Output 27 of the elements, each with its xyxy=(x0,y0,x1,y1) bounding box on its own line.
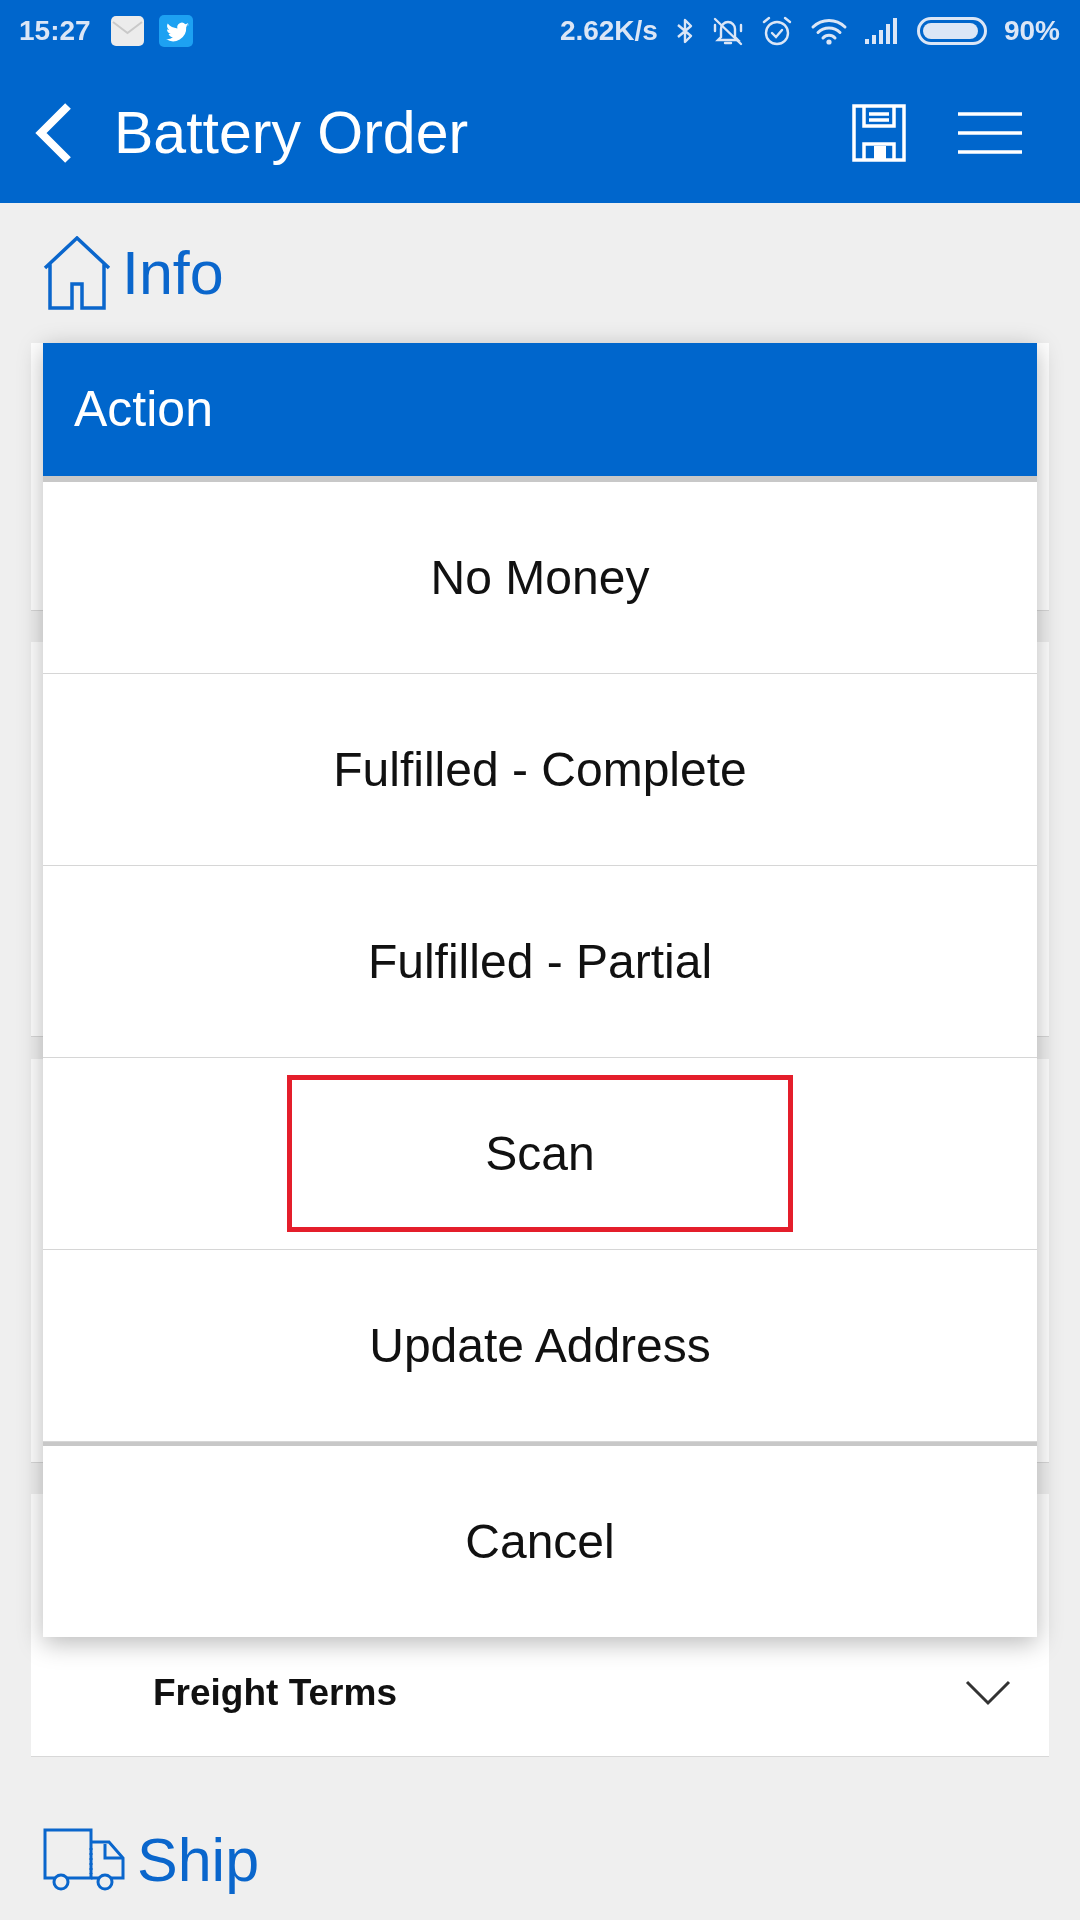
menu-icon[interactable] xyxy=(958,110,1022,155)
status-time: 15:27 xyxy=(19,14,91,48)
signal-icon xyxy=(864,18,900,44)
home-icon xyxy=(42,236,112,310)
network-speed: 2.62K/s xyxy=(559,14,658,48)
section-title: Ship xyxy=(137,1825,260,1896)
battery-percent: 90% xyxy=(1003,14,1060,48)
mail-icon xyxy=(110,16,144,46)
page-title: Battery Order xyxy=(114,98,469,168)
dialog-option[interactable]: Update Address xyxy=(43,1250,1037,1442)
field-label: Freight Terms xyxy=(153,1671,397,1715)
muted-bell-icon xyxy=(711,15,744,47)
dialog-option[interactable]: Fulfilled - Complete xyxy=(43,674,1037,866)
back-icon[interactable] xyxy=(34,101,74,164)
dialog-option[interactable]: Fulfilled - Partial xyxy=(43,866,1037,1058)
cancel-button[interactable]: Cancel xyxy=(43,1446,1037,1637)
bird-icon xyxy=(158,15,193,47)
truck-icon xyxy=(43,1828,127,1892)
chevron-icon[interactable] xyxy=(965,1680,1011,1706)
alarm-clock-icon xyxy=(760,15,793,47)
dialog-option[interactable]: Scan xyxy=(43,1058,1037,1250)
save-icon[interactable] xyxy=(852,103,906,162)
battery-icon xyxy=(916,17,987,45)
dialog-option[interactable]: No Money xyxy=(43,482,1037,674)
dialog-title: Action xyxy=(43,343,1037,476)
section-title: Info xyxy=(122,238,224,309)
wifi-icon xyxy=(809,17,848,45)
